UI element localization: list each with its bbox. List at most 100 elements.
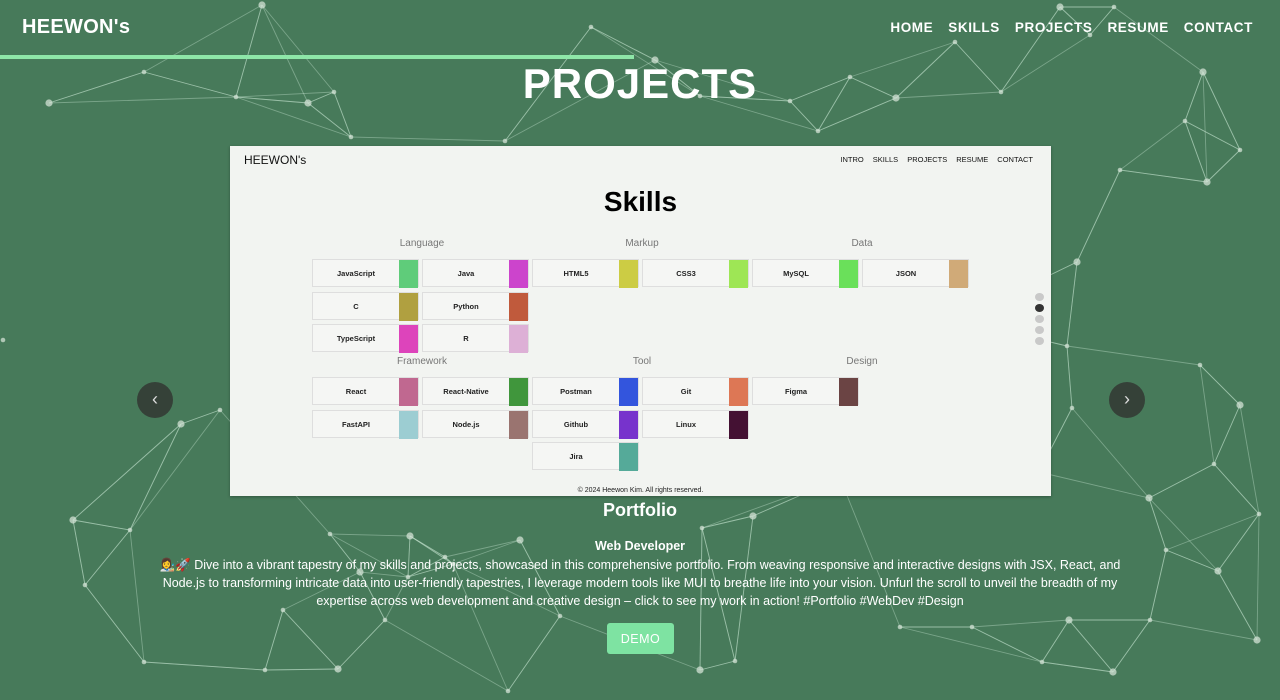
skill-name: React <box>345 387 367 396</box>
skill-name: HTML5 <box>563 269 589 278</box>
main-nav: HOME SKILLS PROJECTS RESUME CONTACT <box>890 20 1253 35</box>
skill-name: TypeScript <box>336 334 376 343</box>
screenshot-nav-intro: INTRO <box>840 155 864 164</box>
screenshot-footer: © 2024 Heewon Kim. All rights reserved. <box>577 487 704 494</box>
screenshot-nav-contact: CONTACT <box>997 155 1033 164</box>
skill-color-swatch <box>839 260 858 288</box>
skill-category-label: Tool <box>632 356 652 367</box>
skill-color-swatch <box>619 260 638 288</box>
skill-name: Figma <box>784 387 808 396</box>
skill-tile: Node.js <box>422 409 529 439</box>
skill-name: Python <box>453 301 479 311</box>
skill-tile: React-Native <box>422 377 529 406</box>
skill-tile: R <box>422 324 529 353</box>
skill-tile: JSON <box>862 259 969 288</box>
skill-color-swatch <box>399 260 418 288</box>
skill-tile: HTML5 <box>532 259 639 288</box>
skill-color-swatch <box>619 410 638 439</box>
skill-name: FastAPI <box>342 419 370 429</box>
scroll-progress-bar <box>0 55 1280 59</box>
section-title: PROJECTS <box>522 60 758 107</box>
skill-name: Node.js <box>452 419 480 429</box>
chevron-right-icon: › <box>1124 389 1130 409</box>
nav-projects[interactable]: PROJECTS <box>1015 20 1093 35</box>
skill-name: R <box>463 334 469 343</box>
scroll-progress-fill <box>0 55 634 59</box>
project-description: 👩‍🎨🚀 Dive into a vibrant tapestry of my … <box>159 558 1121 608</box>
carousel-prev-button[interactable]: ‹ <box>137 382 173 418</box>
screenshot-nav-projects: PROJECTS <box>907 155 948 164</box>
nav-skills[interactable]: SKILLS <box>948 20 1000 35</box>
skill-name: Linux <box>676 419 696 429</box>
skill-tile: Jira <box>532 442 639 471</box>
skill-color-swatch <box>619 378 638 406</box>
skill-category-label: Language <box>399 238 445 249</box>
skill-category-label: Data <box>851 238 873 249</box>
skill-tile: CSS3 <box>642 259 749 288</box>
skill-color-swatch <box>509 260 528 288</box>
skill-tile: Figma <box>752 377 859 406</box>
skill-name: Github <box>563 419 589 429</box>
skill-color-swatch <box>729 260 748 288</box>
skill-name: Jira <box>569 452 583 461</box>
skill-color-swatch <box>509 378 528 406</box>
skill-category-label: Design <box>846 356 878 367</box>
skill-tile: FastAPI <box>312 409 419 439</box>
skill-tile: Python <box>422 291 529 321</box>
skill-name: Git <box>680 387 692 396</box>
skill-color-swatch <box>839 378 858 406</box>
screenshot-title: Skills <box>603 186 678 217</box>
skill-tile: Java <box>422 259 529 288</box>
screenshot-nav-skills: SKILLS <box>872 155 899 164</box>
demo-button[interactable]: DEMO <box>607 623 674 654</box>
skill-tile: C <box>312 291 419 321</box>
page-dot <box>1035 337 1044 345</box>
screenshot-nav-resume: RESUME <box>956 155 989 164</box>
skill-color-swatch <box>509 292 528 321</box>
page-dot <box>1035 326 1044 334</box>
page-dot <box>1035 304 1044 312</box>
skill-color-swatch <box>399 292 418 321</box>
skill-tile: JavaScript <box>312 259 419 288</box>
page-dots <box>1035 293 1044 345</box>
skill-tile: MySQL <box>752 259 859 288</box>
skill-name: JSON <box>895 269 917 278</box>
skill-category-label: Framework <box>396 356 447 367</box>
skill-name: Postman <box>560 387 592 396</box>
skill-color-swatch <box>619 443 638 471</box>
skill-tile: Git <box>642 377 749 406</box>
skill-tile: Linux <box>642 409 749 439</box>
skill-tile: TypeScript <box>312 324 419 353</box>
skill-color-swatch <box>509 325 528 353</box>
skill-tile: Github <box>532 409 639 439</box>
screenshot-nav: INTRO SKILLS PROJECTS RESUME CONTACT <box>840 155 1033 164</box>
skill-color-swatch <box>399 325 418 353</box>
project-title: Portfolio <box>603 500 677 520</box>
chevron-left-icon: ‹ <box>152 389 158 409</box>
skill-name: Java <box>457 269 475 278</box>
carousel-next-button[interactable]: › <box>1109 382 1145 418</box>
page-dot <box>1035 315 1044 323</box>
skill-tile: Postman <box>532 377 639 406</box>
skill-category-label: Markup <box>625 238 659 249</box>
skill-color-swatch <box>729 410 748 439</box>
nav-contact[interactable]: CONTACT <box>1184 20 1253 35</box>
project-role: Web Developer <box>594 539 686 553</box>
skill-color-swatch <box>399 378 418 406</box>
skill-color-swatch <box>949 260 968 288</box>
skill-name: CSS3 <box>676 269 696 278</box>
skill-tile: React <box>312 377 419 406</box>
skill-name: MySQL <box>783 269 809 278</box>
nav-home[interactable]: HOME <box>890 20 933 35</box>
page-dot <box>1035 293 1044 301</box>
skill-name: C <box>353 301 359 311</box>
nav-resume[interactable]: RESUME <box>1107 20 1168 35</box>
project-screenshot[interactable]: HEEWON's INTRO SKILLS PROJECTS RESUME CO… <box>230 146 1051 496</box>
skill-color-swatch <box>729 378 748 406</box>
skill-name: React-Native <box>443 387 489 396</box>
screenshot-brand: HEEWON's <box>244 153 307 167</box>
skill-name: JavaScript <box>337 269 375 278</box>
skill-color-swatch <box>399 410 418 439</box>
skill-color-swatch <box>509 410 528 439</box>
site-logo[interactable]: HEEWON's <box>22 16 130 39</box>
